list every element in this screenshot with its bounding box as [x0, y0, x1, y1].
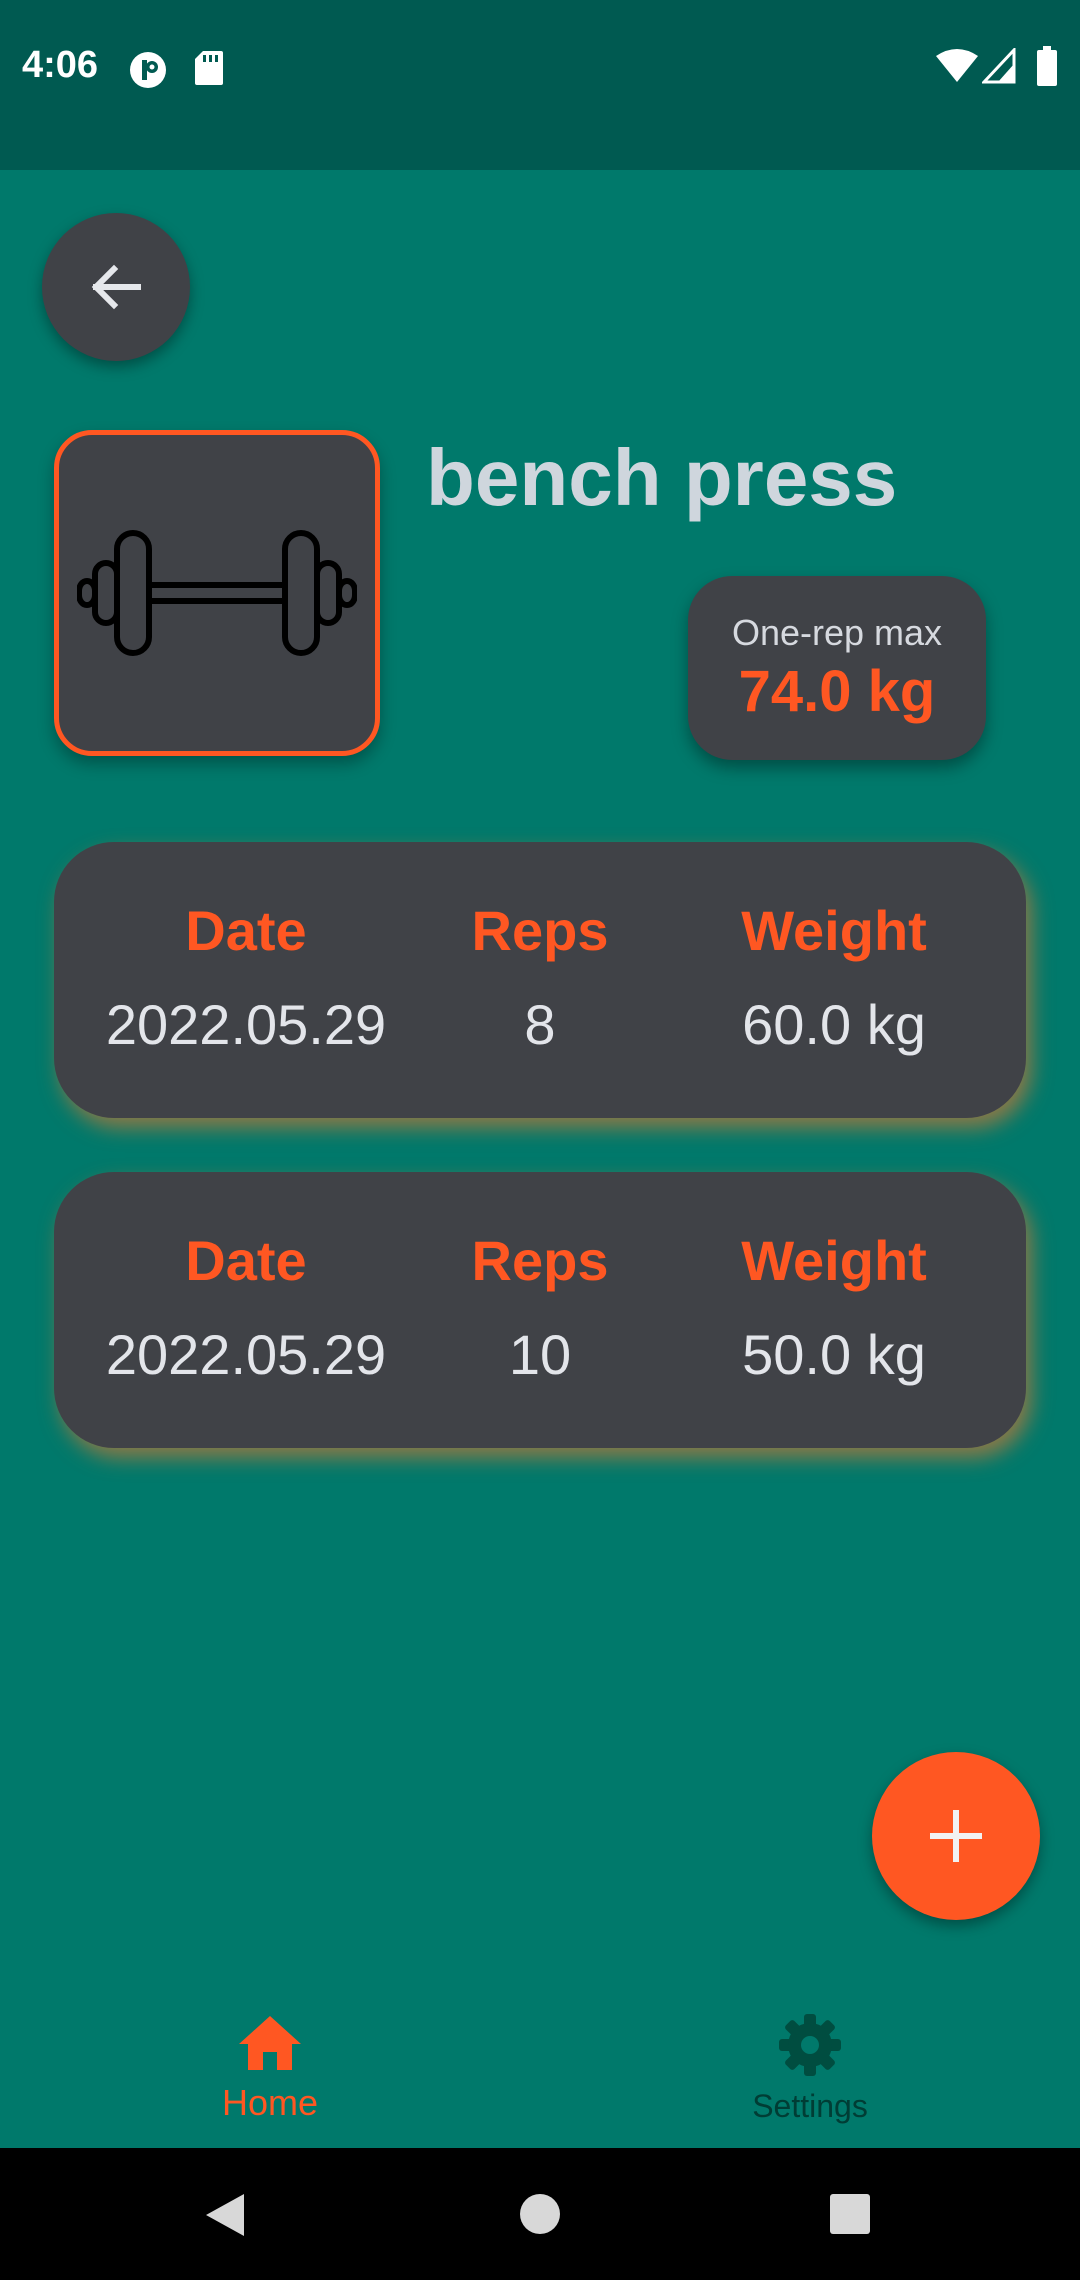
one-rep-max-label: One-rep max — [731, 612, 943, 653]
nav-item-home[interactable]: Home — [0, 1978, 540, 2148]
signal-icon — [982, 48, 1016, 84]
set-card[interactable]: Date 2022.05.29 Reps 10 Weight 50.0 kg — [54, 1172, 1026, 1448]
status-time: 4:06 — [22, 44, 99, 86]
weight-value: 50.0 kg — [742, 1323, 926, 1386]
wifi-icon — [936, 49, 978, 82]
exercise-title: bench press — [426, 433, 898, 522]
recents-square-icon[interactable] — [828, 2192, 872, 2236]
add-set-button[interactable] — [872, 1752, 1040, 1920]
nav-item-settings[interactable]: Settings — [540, 1978, 1080, 2148]
sd-card-icon — [195, 51, 223, 85]
dumbbell-icon — [77, 530, 357, 656]
weight-header: Weight — [741, 1229, 927, 1292]
system-navigation-bar — [0, 2148, 1080, 2280]
nav-label-home: Home — [221, 2082, 319, 2123]
reps-value: 8 — [524, 993, 556, 1056]
weight-value: 60.0 kg — [742, 993, 926, 1056]
date-header: Date — [185, 1229, 307, 1292]
arrow-left-icon — [91, 264, 141, 310]
bottom-navigation: Home Settings — [0, 1978, 1080, 2148]
set-card[interactable]: Date 2022.05.29 Reps 8 Weight 60.0 kg — [54, 842, 1026, 1118]
notification-icon — [130, 52, 166, 88]
back-triangle-icon[interactable] — [204, 2192, 246, 2238]
weight-header: Weight — [741, 899, 927, 962]
status-bar: 4:06 — [0, 0, 1080, 170]
date-value: 2022.05.29 — [105, 993, 387, 1056]
date-value: 2022.05.29 — [105, 1323, 387, 1386]
reps-header: Reps — [471, 1229, 609, 1292]
plus-icon — [930, 1810, 982, 1862]
back-button[interactable] — [42, 213, 190, 361]
exercise-image[interactable] — [54, 430, 380, 756]
nav-label-settings: Settings — [752, 2088, 868, 2124]
gear-icon — [779, 2014, 841, 2076]
battery-icon — [1037, 46, 1057, 86]
home-icon — [239, 2016, 301, 2070]
reps-value: 10 — [508, 1323, 572, 1386]
one-rep-max-card: One-rep max 74.0 kg — [688, 576, 986, 760]
reps-header: Reps — [471, 899, 609, 962]
one-rep-max-value: 74.0 kg — [738, 659, 936, 724]
date-header: Date — [185, 899, 307, 962]
home-circle-icon[interactable] — [518, 2192, 562, 2236]
